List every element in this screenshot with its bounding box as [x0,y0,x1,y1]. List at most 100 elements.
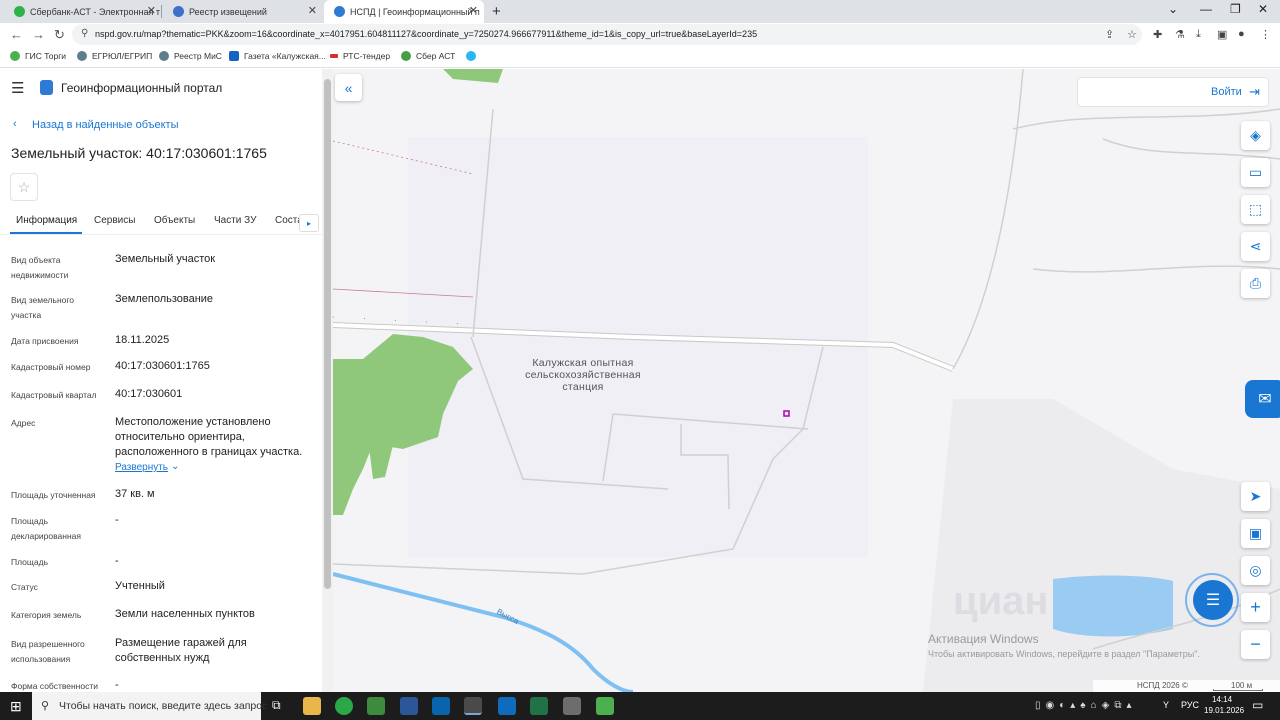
scrollbar-thumb[interactable] [324,79,331,589]
forward-icon[interactable]: → [32,27,45,42]
tab-reestr[interactable]: Реестр извещений ✕ [163,0,323,23]
close-tab-icon[interactable]: ✕ [469,4,478,17]
taskbar-search-text[interactable]: Чтобы начать поиск, введите здесь запрос [59,700,267,712]
mail-icon[interactable] [432,697,450,715]
word-icon[interactable] [400,697,418,715]
close-tab-icon[interactable]: ✕ [308,4,317,17]
select-area-icon[interactable]: ⬚ [1241,195,1270,224]
flask-icon[interactable]: ⚗ [1175,28,1185,41]
zoom-in-icon[interactable]: + [1241,593,1270,622]
login-button[interactable]: Войти [1211,86,1242,98]
map-layer [333,69,1280,692]
close-tab-icon[interactable]: ✕ [147,4,156,17]
download-icon[interactable]: ⤓ [1196,28,1201,41]
bookmark-reestr-mis[interactable]: Реестр МиС [159,51,222,61]
tab-sberbank-ast[interactable]: Сбербанк-АСТ - Электронная т ✕ [4,0,162,23]
taskbar-search-box[interactable]: ⚲ Чтобы начать поиск, введите здесь запр… [32,692,267,720]
chevron-left-icon[interactable]: ‹ [13,118,17,130]
collapse-panel-icon[interactable]: « [335,74,362,101]
tab-services[interactable]: Сервисы [94,215,135,226]
zoom-out-icon[interactable]: − [1241,630,1270,659]
calculator-icon[interactable] [563,697,581,715]
gazeta-icon [229,51,239,61]
bookmark-egrul[interactable]: ЕГРЮЛ/ЕГРИП [77,51,152,61]
notifications-icon[interactable]: ▭ [1252,698,1263,712]
field-value-area-declared: - [115,514,119,526]
clock-date[interactable]: 19.01.2026 [1204,706,1244,715]
bookmark-sber-ast[interactable]: Сбер АСТ [401,51,455,61]
portal-title: Геоинформационный портал [61,81,223,95]
profile-icon[interactable]: ● [1238,28,1245,40]
reestr-mis-icon [159,51,169,61]
file-explorer-icon[interactable] [303,697,321,715]
close-window-icon[interactable]: ✕ [1258,2,1268,16]
tray-icons[interactable]: ▯◉◐▴♠⌂◈⧉▴ [1035,700,1137,711]
expand-link[interactable]: Развернуть [115,462,168,473]
field-value-object-type: Земельный участок [115,253,216,265]
minimap-icon[interactable]: ▣ [1241,519,1270,548]
locate-me-icon[interactable]: ➤ [1241,482,1270,511]
clock-time[interactable]: 14:14 [1212,695,1232,704]
bookmark-gazeta[interactable]: Газета «Калужская... [229,51,326,61]
scale-bar [1213,689,1263,691]
chrome-icon[interactable] [464,697,482,715]
sidepanel-icon[interactable]: ▣ [1217,28,1227,41]
site-info-icon[interactable]: ⚲ [81,28,88,39]
field-value-cadastral-number[interactable]: 40:17:030601:1765 [115,359,315,374]
field-label-address: Адрес [11,418,36,428]
back-to-results-link[interactable]: Назад в найденные объекты [32,119,179,131]
share-map-icon[interactable]: ⋖ [1241,232,1270,261]
url-text[interactable]: nspd.gov.ru/map?thematic=PKK&zoom=16&coo… [95,29,757,39]
windows-start-icon[interactable]: ⊞ [10,698,22,715]
edge-icon[interactable] [335,697,353,715]
excel-icon[interactable] [530,697,548,715]
calculator-app-icon[interactable] [367,697,385,715]
tab-nspd[interactable]: НСПД | Геоинформационный п ✕ [324,0,484,23]
field-label-land-category: Категория земель [11,610,82,620]
object-title: Земельный участок: 40:17:030601:1765 [11,145,267,161]
back-icon[interactable]: ← [10,27,23,42]
login-box[interactable]: Войти ⇥ [1077,77,1269,107]
favorite-star-icon[interactable]: ☆ [10,173,38,201]
bookmark-gis-torgi[interactable]: ГИС Торги [10,51,66,61]
task-view-icon[interactable]: ⧉ [272,698,281,713]
feedback-icon[interactable]: ✉ [1245,380,1280,418]
reload-icon[interactable]: ↻ [54,27,65,43]
extra-bookmark-icon [466,51,476,61]
hamburger-menu-icon[interactable]: ☰ [11,79,24,97]
home-app-icon[interactable] [596,697,614,715]
tab-objects[interactable]: Объекты [154,215,195,226]
field-value-assign-date: 18.11.2025 [115,334,170,346]
extensions-icon[interactable]: ✚ [1153,28,1162,41]
panel-scrollbar[interactable] [322,69,333,692]
tab-information[interactable]: Информация [16,215,77,226]
field-value-land-type: Землепользование [115,293,214,305]
new-tab-button[interactable]: + [492,3,501,20]
print-icon[interactable]: ⎙ [1241,269,1270,298]
tab-search-icon[interactable]: ⌄ [1168,2,1178,16]
tabs-scroll-right-icon[interactable]: ▸ [299,214,319,232]
forest-area-small [368,439,393,479]
field-label-area: Площадь [11,557,49,567]
bookmark-label: ГИС Торги [25,51,67,61]
bookmark-extra[interactable] [466,51,481,61]
bookmark-star-icon[interactable]: ☆ [1127,28,1137,41]
share-icon[interactable]: ⇪ [1105,28,1114,41]
map-canvas[interactable]: Калужская опытная сельскохозяйственная с… [333,69,1280,692]
geo-search-icon[interactable]: ◎ [1241,556,1270,585]
language-indicator[interactable]: РУС [1181,700,1199,710]
chat-icon[interactable]: ☰ [1193,580,1233,620]
layers-icon[interactable]: ◈ [1241,121,1270,150]
gis-torgi-icon [10,51,20,61]
outlook-icon[interactable] [498,697,516,715]
minimize-icon[interactable]: — [1200,2,1212,16]
login-icon[interactable]: ⇥ [1249,84,1260,100]
bookmark-rts[interactable]: РТС-тендер [330,51,390,61]
field-value-cadastral-quarter[interactable]: 40:17:030601 [115,387,315,402]
yandex-tray-icon[interactable]: Y [1163,700,1169,710]
restore-icon[interactable]: ❐ [1230,2,1241,16]
menu-dots-icon[interactable]: ⋮ [1260,28,1271,41]
tab-parts[interactable]: Части ЗУ [214,215,256,226]
chevron-down-icon[interactable]: ⌄ [171,461,179,472]
ruler-icon[interactable]: ▭ [1241,158,1270,187]
